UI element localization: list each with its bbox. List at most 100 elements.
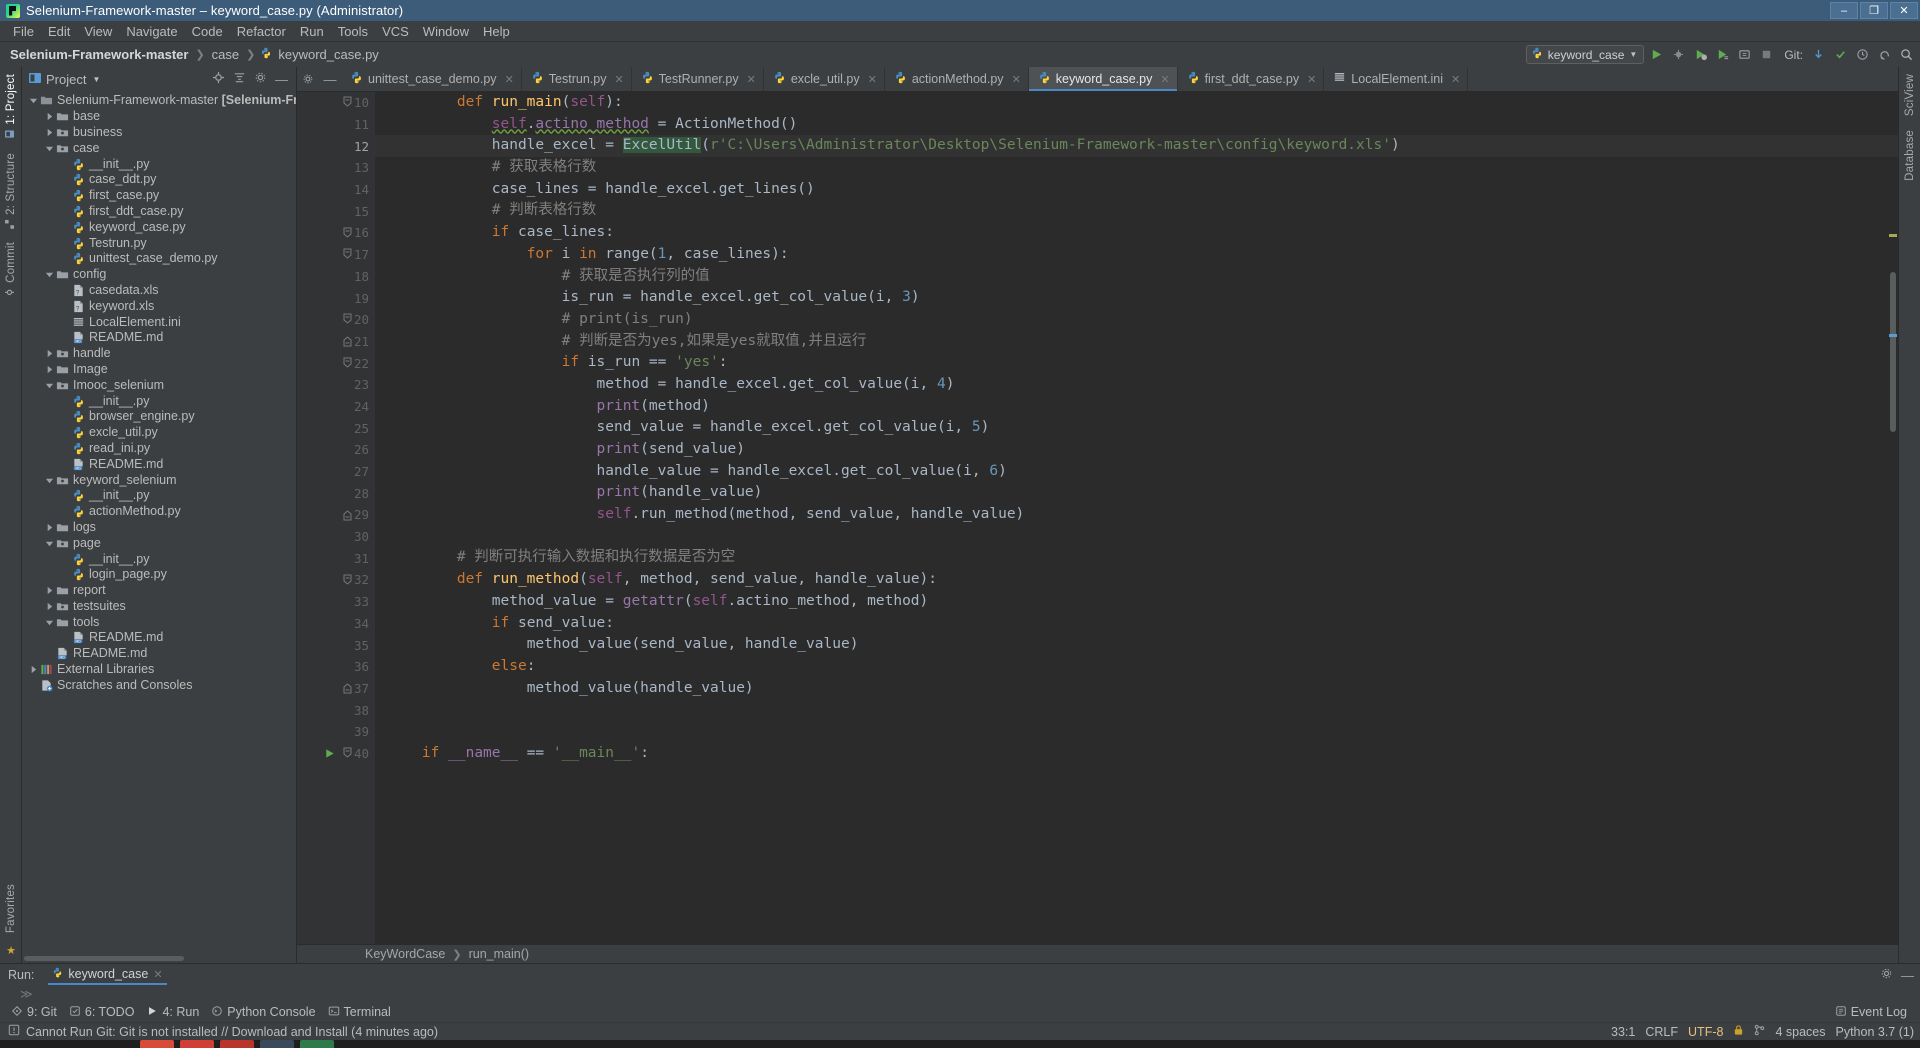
status-item-git[interactable]: 9: Git: [8, 1005, 66, 1020]
project-scope-chevron-icon[interactable]: ▼: [92, 75, 100, 84]
gutter-line-number[interactable]: 17: [297, 244, 375, 266]
gutter-line-number[interactable]: 21: [297, 331, 375, 353]
status-item-todo[interactable]: 6: TODO: [66, 1005, 144, 1020]
status-item-python-console[interactable]: Python Console: [208, 1005, 324, 1020]
editor-bottom-breadcrumb[interactable]: KeyWordCase ❯ run_main(): [297, 944, 1898, 963]
run-button[interactable]: [1646, 45, 1666, 65]
menu-bar[interactable]: File Edit View Navigate Code Refactor Ru…: [0, 21, 1920, 42]
fold-open-icon[interactable]: [341, 92, 353, 114]
tree-node[interactable]: case: [22, 140, 296, 156]
close-icon[interactable]: ✕: [1012, 73, 1021, 86]
collapse-all-icon[interactable]: [233, 71, 246, 87]
code-line[interactable]: # 判断可执行输入数据和执行数据是否为空: [375, 547, 1898, 569]
tool-tab-database[interactable]: Database: [1904, 123, 1916, 188]
breadcrumb[interactable]: Selenium-Framework-master ❯ case ❯ keywo…: [8, 47, 381, 62]
status-item-run[interactable]: 4: Run: [143, 1005, 208, 1020]
tree-node[interactable]: __init__.py: [22, 393, 296, 409]
menu-help[interactable]: Help: [476, 22, 517, 41]
branch-icon[interactable]: [1754, 1024, 1765, 1039]
editor-tab-Testrun-py[interactable]: Testrun.py ✕: [522, 67, 632, 91]
close-icon[interactable]: ✕: [505, 73, 514, 86]
tree-twisty-icon[interactable]: [44, 144, 55, 153]
code-line[interactable]: method_value(send_value, handle_value): [375, 634, 1898, 656]
close-icon[interactable]: ✕: [747, 73, 756, 86]
tree-twisty-icon[interactable]: [44, 381, 55, 390]
editor-tab-first_ddt_case-py[interactable]: first_ddt_case.py ✕: [1178, 67, 1325, 91]
taskbar-item[interactable]: [140, 1040, 174, 1048]
profile-button[interactable]: [1712, 45, 1732, 65]
code-line[interactable]: # 判断表格行数: [375, 200, 1898, 222]
tree-twisty-icon[interactable]: [44, 539, 55, 548]
tree-node[interactable]: keyword_selenium: [22, 472, 296, 488]
gutter-line-number[interactable]: 22: [297, 352, 375, 374]
tree-twisty-icon[interactable]: [44, 128, 55, 137]
editor-vertical-scrollbar[interactable]: [1888, 92, 1898, 944]
tree-node[interactable]: tools: [22, 614, 296, 630]
tree-node[interactable]: ? keyword.xls: [22, 298, 296, 314]
menu-edit[interactable]: Edit: [41, 22, 77, 41]
tree-node[interactable]: MD README.md: [22, 646, 296, 662]
maximize-button[interactable]: ❐: [1860, 2, 1888, 19]
gutter-line-number[interactable]: 24: [297, 396, 375, 418]
breadcrumb-project[interactable]: Selenium-Framework-master: [8, 47, 190, 62]
taskbar-item[interactable]: [180, 1040, 214, 1048]
caret-position[interactable]: 33:1: [1611, 1025, 1635, 1039]
tree-node[interactable]: __init__.py: [22, 156, 296, 172]
editor-tab-excle_util-py[interactable]: excle_util.py ✕: [764, 67, 885, 91]
gutter-line-number[interactable]: 40: [297, 743, 375, 765]
code-line[interactable]: print(send_value): [375, 439, 1898, 461]
fold-close-icon[interactable]: [341, 331, 353, 353]
close-icon[interactable]: ✕: [1451, 73, 1460, 86]
gutter-line-number[interactable]: 31: [297, 547, 375, 569]
gutter-line-number[interactable]: 13: [297, 157, 375, 179]
code-line[interactable]: if is_run == 'yes':: [375, 352, 1898, 374]
tree-twisty-icon[interactable]: [44, 586, 55, 595]
code-line[interactable]: send_value = handle_excel.get_col_value(…: [375, 417, 1898, 439]
tree-node[interactable]: unittest_case_demo.py: [22, 251, 296, 267]
run-console-chevron-icon[interactable]: ≫: [20, 987, 33, 1001]
tree-node[interactable]: MD README.md: [22, 330, 296, 346]
tree-node[interactable]: actionMethod.py: [22, 504, 296, 520]
gutter-line-number[interactable]: 19: [297, 287, 375, 309]
code-line[interactable]: [375, 526, 1898, 548]
editor-tab-TestRunner-py[interactable]: TestRunner.py ✕: [632, 67, 764, 91]
code-line[interactable]: print(method): [375, 396, 1898, 418]
tree-twisty-icon[interactable]: [28, 665, 39, 674]
gutter-line-number[interactable]: 37: [297, 678, 375, 700]
tree-node[interactable]: Image: [22, 362, 296, 378]
fold-open-icon[interactable]: [341, 743, 353, 765]
code-line[interactable]: case_lines = handle_excel.get_lines(): [375, 179, 1898, 201]
tool-window-bar[interactable]: 9: Git 6: TODO 4: Run Python Console Ter…: [0, 1002, 1920, 1022]
code-line[interactable]: self.run_method(method, send_value, hand…: [375, 504, 1898, 526]
gutter-line-number[interactable]: 33: [297, 591, 375, 613]
tree-twisty-icon[interactable]: [44, 618, 55, 627]
status-item-terminal[interactable]: Terminal: [325, 1005, 400, 1020]
tree-node[interactable]: page: [22, 535, 296, 551]
code-line[interactable]: # 判断是否为yes,如果是yes就取值,并且运行: [375, 331, 1898, 353]
code-line[interactable]: method_value = getattr(self.actino_metho…: [375, 591, 1898, 613]
code-line[interactable]: for i in range(1, case_lines):: [375, 244, 1898, 266]
gear-icon[interactable]: [1880, 967, 1893, 983]
tree-node[interactable]: Imooc_selenium: [22, 377, 296, 393]
git-commit-button[interactable]: [1830, 45, 1850, 65]
status-message[interactable]: Cannot Run Git: Git is not installed // …: [26, 1025, 438, 1039]
close-icon[interactable]: ✕: [1307, 73, 1316, 86]
close-icon[interactable]: ✕: [614, 73, 623, 86]
menu-window[interactable]: Window: [416, 22, 476, 41]
tool-tab-favorites[interactable]: Favorites: [5, 877, 17, 940]
gutter-line-number[interactable]: 14: [297, 179, 375, 201]
tree-twisty-icon[interactable]: [44, 523, 55, 532]
menu-navigate[interactable]: Navigate: [119, 22, 184, 41]
tree-twisty-icon[interactable]: [28, 96, 39, 105]
fold-open-icon[interactable]: [341, 309, 353, 331]
menu-run[interactable]: Run: [293, 22, 331, 41]
tree-node[interactable]: first_case.py: [22, 188, 296, 204]
tree-node[interactable]: first_ddt_case.py: [22, 204, 296, 220]
editor-settings-icon[interactable]: [297, 67, 319, 91]
gutter-line-number[interactable]: 23: [297, 374, 375, 396]
code-content[interactable]: def run_main(self): self.actino_method =…: [375, 92, 1898, 944]
tree-node[interactable]: LocalElement.ini: [22, 314, 296, 330]
tree-node[interactable]: base: [22, 109, 296, 125]
gutter-line-number[interactable]: 32: [297, 569, 375, 591]
gutter-line-number[interactable]: 39: [297, 721, 375, 743]
